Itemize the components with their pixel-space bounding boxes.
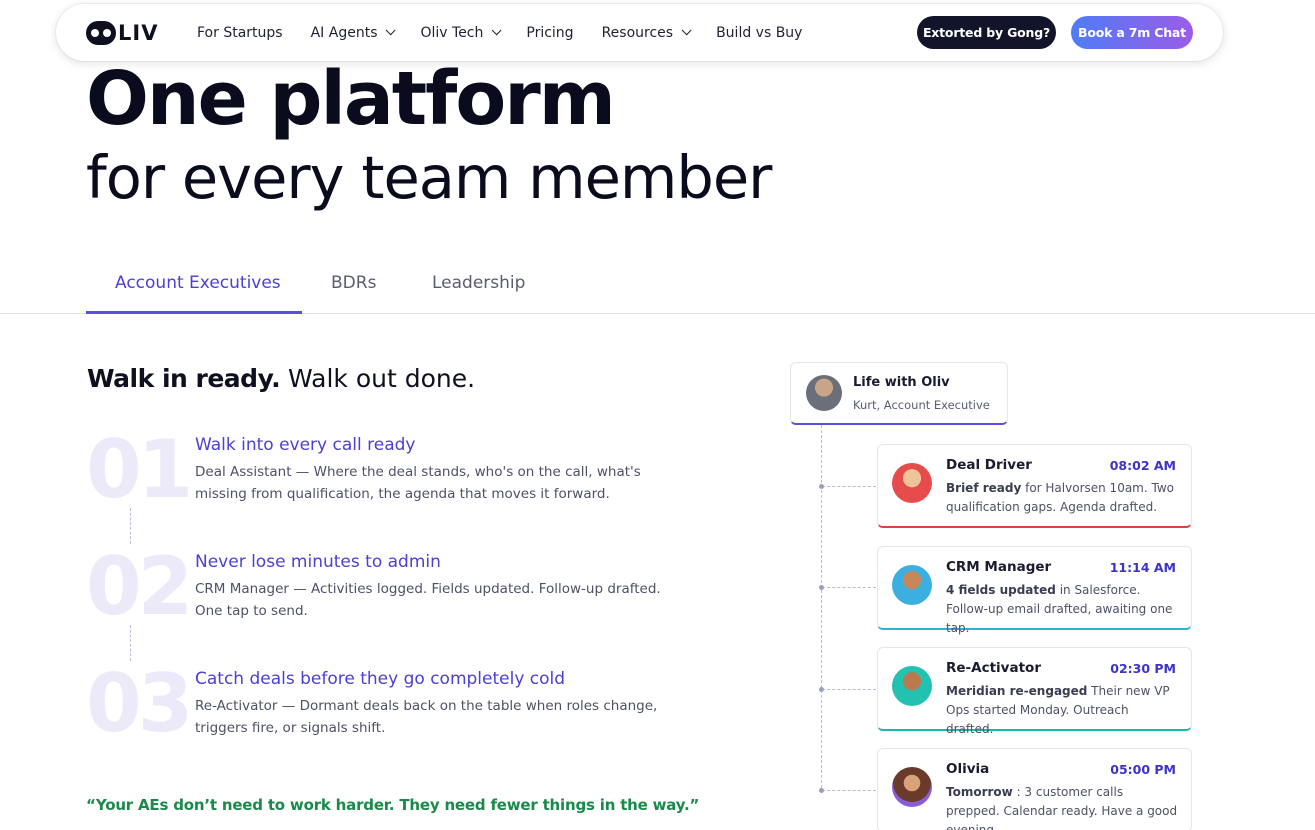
tab-leadership[interactable]: Leadership: [432, 273, 525, 293]
agent-message: Meridian re-engaged Their new VP Ops sta…: [946, 682, 1178, 739]
timeline-connector: [822, 790, 876, 791]
agent-time: 11:14 AM: [1109, 560, 1176, 575]
timeline-connector: [822, 689, 876, 690]
top-navigation: LIV For Startups AI Agents Oliv Tech Pri…: [56, 4, 1223, 61]
oliv-logo[interactable]: LIV: [86, 21, 158, 45]
active-tab-indicator: [86, 311, 302, 314]
agent-time: 05:00 PM: [1110, 762, 1176, 777]
hero-title: One platform: [86, 56, 616, 142]
chevron-down-icon: [681, 25, 692, 36]
agent-message: 4 fields updated in Salesforce. Follow-u…: [946, 581, 1178, 638]
chevron-down-icon: [492, 25, 502, 36]
life-card-subtitle: Kurt, Account Executive: [853, 398, 990, 412]
agent-time: 08:02 AM: [1109, 458, 1176, 473]
step-description: Re-Activator — Dormant deals back on the…: [195, 698, 658, 736]
agent-message: Brief ready for Halvorsen 10am. Two qual…: [946, 479, 1178, 517]
timeline-connector: [822, 587, 876, 588]
avatar: [806, 375, 842, 411]
tab-account-executives[interactable]: Account Executives: [115, 273, 281, 293]
nav-item-label: Oliv Tech: [420, 24, 484, 41]
timeline-dot: [819, 484, 824, 489]
agent-message-bold: Meridian re-engaged: [946, 684, 1088, 698]
timeline-dot: [819, 585, 824, 590]
nav-item-label: For Startups: [197, 24, 283, 41]
avatar: [892, 666, 932, 706]
section-heading-light: Walk out done.: [280, 364, 476, 393]
step-title: Never lose minutes to admin: [195, 552, 441, 572]
agent-name: Olivia: [946, 761, 990, 777]
book-chat-button[interactable]: Book a 7m Chat: [1071, 16, 1193, 49]
nav-item-label: Resources: [601, 24, 674, 41]
step-description: CRM Manager — Activities logged. Fields …: [195, 581, 661, 619]
step-description: Deal Assistant — Where the deal stands, …: [195, 464, 641, 502]
avatar: [892, 565, 932, 605]
agent-name: CRM Manager: [946, 559, 1052, 575]
nav-item-pricing[interactable]: Pricing: [526, 25, 573, 41]
agent-name: Deal Driver: [946, 457, 1032, 473]
section-heading: Walk in ready. Walk out done.: [87, 364, 475, 393]
agent-card-re-activator[interactable]: Re-Activator 02:30 PM Meridian re-engage…: [877, 647, 1192, 736]
nav-item-build-vs-buy[interactable]: Build vs Buy: [716, 25, 802, 41]
nav-item-resources[interactable]: Resources: [601, 24, 692, 41]
avatar: [892, 463, 932, 503]
step-connector: [130, 508, 131, 544]
nav-item-label: Pricing: [526, 24, 574, 41]
timeline-line: [821, 425, 822, 793]
hero-subtitle: for every team member: [86, 143, 772, 212]
step-title: Catch deals before they go completely co…: [195, 669, 566, 689]
chevron-down-icon: [386, 25, 397, 36]
agent-message: Tomorrow : 3 customer calls prepped. Cal…: [946, 783, 1178, 830]
step-number: 01: [86, 423, 193, 516]
timeline-dot: [819, 687, 824, 692]
nav-item-for-startups[interactable]: For Startups: [197, 25, 283, 41]
step-connector: [130, 625, 131, 661]
step-number: 02: [86, 540, 193, 633]
step-title: Walk into every call ready: [195, 435, 416, 455]
timeline-connector: [822, 486, 876, 487]
nav-item-label: Build vs Buy: [716, 24, 803, 41]
timeline-dot: [819, 788, 824, 793]
nav-item-label: AI Agents: [310, 24, 378, 41]
agent-message-bold: Brief ready: [946, 481, 1022, 495]
agent-time: 02:30 PM: [1110, 661, 1176, 676]
life-card-title: Life with Oliv: [853, 375, 950, 390]
section-heading-bold: Walk in ready.: [87, 364, 281, 393]
agent-message-bold: 4 fields updated: [946, 583, 1056, 597]
nav-item-ai-agents[interactable]: AI Agents: [310, 24, 397, 41]
agent-name: Re-Activator: [946, 660, 1041, 676]
life-with-oliv-card: Life with Oliv Kurt, Account Executive: [790, 362, 1008, 425]
step-number: 03: [86, 657, 193, 750]
agent-card-deal-driver[interactable]: Deal Driver 08:02 AM Brief ready for Hal…: [877, 444, 1192, 528]
testimonial-quote: “Your AEs don’t need to work harder. The…: [86, 796, 700, 814]
agent-card-olivia[interactable]: Olivia 05:00 PM Tomorrow : 3 customer ca…: [877, 748, 1192, 830]
tab-bdrs[interactable]: BDRs: [331, 273, 376, 293]
logo-mark-icon: [86, 21, 116, 45]
logo-text: LIV: [118, 21, 159, 45]
extorted-by-gong-button[interactable]: Extorted by Gong?: [917, 16, 1056, 49]
agent-card-crm-manager[interactable]: CRM Manager 11:14 AM 4 fields updated in…: [877, 546, 1192, 635]
agent-message-bold: Tomorrow: [946, 785, 1013, 799]
avatar: [892, 767, 932, 807]
nav-item-oliv-tech[interactable]: Oliv Tech: [420, 24, 502, 41]
nav-menu: For Startups AI Agents Oliv Tech Pricing…: [197, 4, 830, 61]
